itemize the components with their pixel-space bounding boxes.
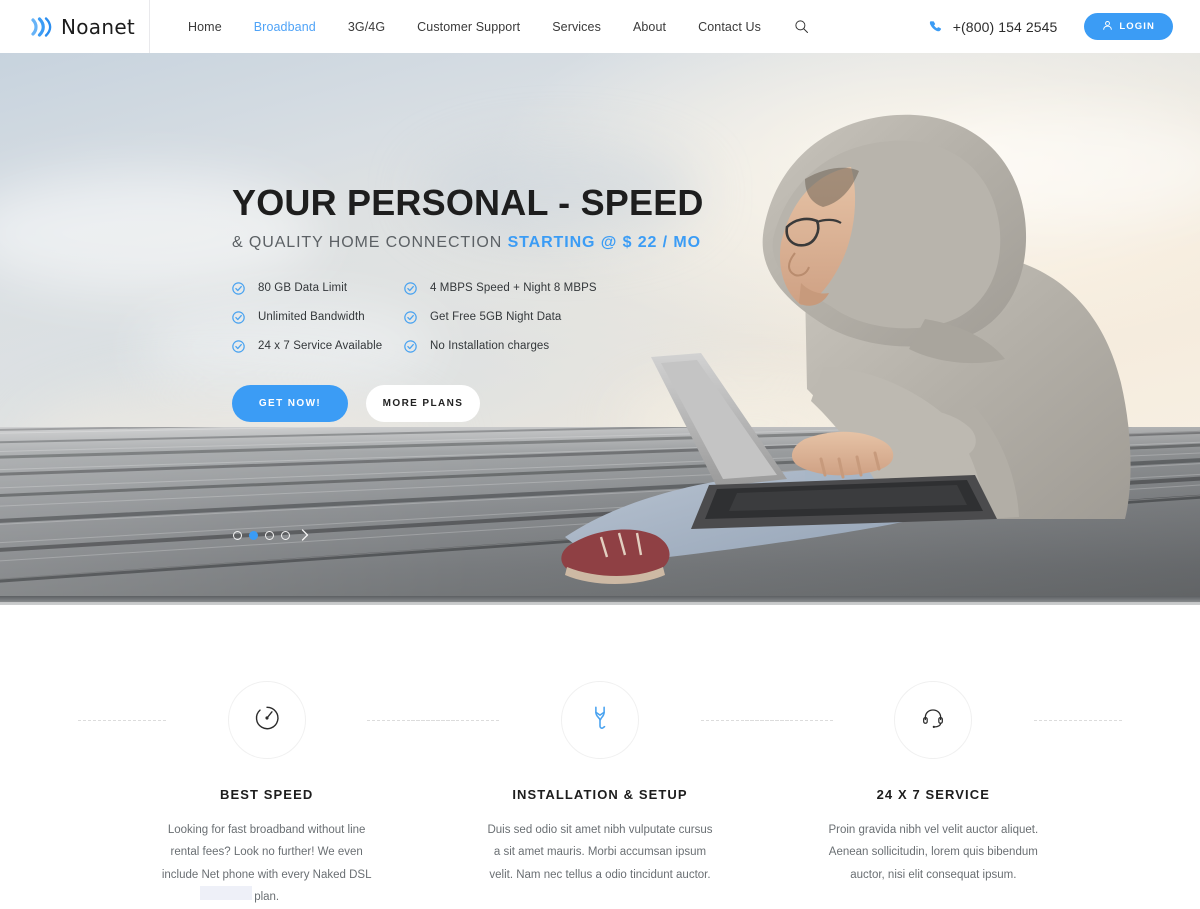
chevron-right-icon[interactable] (300, 528, 310, 542)
phone-icon (928, 19, 944, 35)
nav-item-services[interactable]: Services (536, 20, 617, 34)
search-icon[interactable] (791, 16, 813, 38)
carousel-dot-4[interactable] (281, 530, 290, 540)
service-description: Proin gravida nibh vel velit auctor aliq… (828, 824, 1039, 881)
header-right: +(800) 154 2545 LOGIN (928, 13, 1200, 40)
feature-label: 4 MBPS Speed + Night 8 MBPS (430, 282, 597, 295)
headset-icon (920, 705, 946, 736)
services-row: BEST SPEED Looking for fast broadband wi… (77, 681, 1123, 909)
service-card-best-speed: BEST SPEED Looking for fast broadband wi… (77, 681, 456, 909)
phone-number: +(800) 154 2545 (952, 18, 1058, 35)
feature-label: 80 GB Data Limit (258, 282, 348, 295)
feature-item: No Installation charges (404, 340, 692, 353)
hero-carousel-controls (233, 528, 310, 542)
hero-subtitle-highlight: STARTING @ $ 22 / MO (507, 233, 701, 251)
nav-item-broadband[interactable]: Broadband (238, 20, 332, 34)
nav-item-contact-us[interactable]: Contact Us (682, 20, 777, 34)
service-card-installation-setup: INSTALLATION & SETUP Duis sed odio sit a… (411, 681, 790, 909)
feature-item: Unlimited Bandwidth (232, 311, 404, 324)
feature-label: Unlimited Bandwidth (258, 311, 365, 324)
check-circle-icon (232, 282, 245, 295)
service-title: BEST SPEED (219, 787, 314, 802)
service-icon-circle[interactable] (894, 681, 973, 759)
check-circle-icon (404, 340, 417, 353)
logo[interactable]: Noanet (0, 0, 150, 53)
feature-label: 24 x 7 Service Available (258, 340, 383, 353)
nav-item-home[interactable]: Home (172, 20, 238, 34)
check-circle-icon (232, 340, 245, 353)
service-icon-circle[interactable] (560, 681, 639, 759)
user-icon (1102, 20, 1113, 34)
main-nav: Home Broadband 3G/4G Customer Support Se… (172, 16, 813, 38)
feature-item: 80 GB Data Limit (232, 282, 404, 295)
hero-title: YOUR PERSONAL - SPEED (232, 182, 704, 223)
hero-feature-list: 80 GB Data Limit 4 MBPS Speed + Night 8 … (232, 282, 692, 353)
next-section-peek (200, 886, 252, 900)
feature-item: Get Free 5GB Night Data (404, 311, 692, 324)
speedometer-icon (253, 704, 281, 737)
get-now-button[interactable]: GET NOW! (232, 384, 348, 422)
feature-label: Get Free 5GB Night Data (430, 311, 562, 324)
feature-item: 24 x 7 Service Available (232, 340, 404, 353)
check-circle-icon (404, 282, 417, 295)
wrench-icon (586, 704, 614, 737)
feature-label: No Installation charges (430, 340, 550, 353)
carousel-dot-2[interactable] (249, 530, 258, 540)
services-section: BEST SPEED Looking for fast broadband wi… (0, 605, 1200, 903)
nav-item-customer-support[interactable]: Customer Support (401, 20, 536, 34)
hero-cta-row: GET NOW! MORE PLANS (232, 384, 692, 422)
feature-item: 4 MBPS Speed + Night 8 MBPS (404, 282, 692, 295)
hero-banner: YOUR PERSONAL - SPEED & QUALITY HOME CON… (0, 53, 1200, 605)
hero-content: YOUR PERSONAL - SPEED & QUALITY HOME CON… (232, 182, 704, 422)
logo-text: Noanet (61, 14, 136, 39)
carousel-dot-1[interactable] (233, 530, 242, 540)
service-title: 24 X 7 SERVICE (876, 787, 991, 802)
signal-wave-icon (28, 14, 54, 40)
more-plans-button[interactable]: MORE PLANS (366, 384, 480, 422)
check-circle-icon (404, 311, 417, 324)
nav-item-3g4g[interactable]: 3G/4G (332, 20, 401, 34)
nav-item-about[interactable]: About (617, 20, 682, 34)
phone-block[interactable]: +(800) 154 2545 (928, 19, 1058, 35)
service-description: Duis sed odio sit amet nibh vulputate cu… (487, 824, 713, 881)
service-card-24x7-service: 24 X 7 SERVICE Proin gravida nibh vel ve… (744, 681, 1123, 909)
check-circle-icon (232, 311, 245, 324)
login-button[interactable]: LOGIN (1084, 13, 1173, 40)
carousel-dot-3[interactable] (265, 530, 274, 540)
service-description: Looking for fast broadband without line … (161, 824, 372, 904)
service-icon-circle[interactable] (227, 681, 306, 759)
site-header: Noanet Home Broadband 3G/4G Customer Sup… (0, 0, 1200, 53)
hero-subtitle-plain: & QUALITY HOME CONNECTION (232, 233, 508, 251)
service-title: INSTALLATION & SETUP (512, 787, 688, 802)
hero-subtitle: & QUALITY HOME CONNECTION STARTING @ $ 2… (232, 233, 700, 252)
login-button-label: LOGIN (1119, 21, 1155, 32)
